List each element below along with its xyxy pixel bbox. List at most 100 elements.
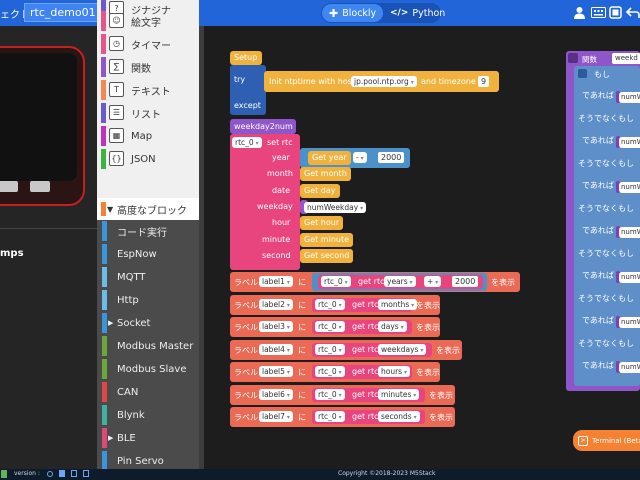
op-dropdown[interactable]: +: [424, 276, 442, 287]
toolbox-category[interactable]: ☰ リスト: [97, 102, 199, 124]
show-keyword: を表示: [491, 278, 515, 287]
label-dropdown[interactable]: label5: [259, 366, 293, 377]
label-dropdown[interactable]: label4: [259, 343, 293, 355]
category-label: Modbus Master: [117, 340, 194, 352]
get-minute-block[interactable]: Get minute: [300, 232, 354, 247]
device-button-b[interactable]: [30, 181, 50, 192]
get-month-block[interactable]: Get month: [300, 167, 351, 182]
op-dropdown[interactable]: -: [353, 152, 367, 163]
num-weekday-dropdown[interactable]: numW: [619, 271, 640, 283]
category-label: JSON: [131, 153, 156, 165]
label-keyword: ラベル: [234, 300, 258, 310]
num-weekday-dropdown[interactable]: numW: [619, 316, 640, 328]
python-mode-button[interactable]: </> Python: [383, 4, 452, 22]
rtc-field-dropdown[interactable]: months: [378, 298, 418, 310]
toolbox-category[interactable]: T テキスト: [97, 79, 199, 101]
get-year-block[interactable]: Get year: [308, 151, 351, 165]
rtc-field-dropdown[interactable]: minutes: [378, 388, 420, 400]
refresh-icon[interactable]: [47, 471, 53, 477]
if-branch-keyword: であれば: [582, 316, 614, 325]
category-label: CAN: [117, 386, 139, 398]
toolbox-advanced-category[interactable]: EspNow: [97, 243, 199, 265]
num-weekday-dropdown[interactable]: numWeekday: [304, 201, 367, 213]
num-weekday-dropdown[interactable]: numW: [619, 226, 640, 238]
if-branch-keyword: そうでなくもし: [578, 158, 634, 168]
rtc-var-dropdown[interactable]: rtc_0: [315, 321, 345, 332]
file-icon[interactable]: [71, 470, 77, 477]
toolbox-category[interactable]: ◷ タイマー: [97, 33, 199, 55]
caret-down-icon: ▼: [107, 204, 114, 214]
num-weekday-dropdown[interactable]: numW: [619, 91, 640, 103]
workspace-scrollbar[interactable]: [199, 26, 204, 469]
top-bar: ェクト rtc_demo01 ✚ Blockly </> Python: [0, 0, 640, 26]
label-dropdown[interactable]: label2: [259, 298, 293, 310]
toolbox-advanced-category[interactable]: ▶ Socket: [97, 312, 199, 334]
toolbox-category[interactable]: ☺ 絵文字: [97, 10, 199, 32]
num-weekday-dropdown[interactable]: numW: [619, 136, 640, 148]
save-icon[interactable]: [59, 470, 65, 477]
rtc-field-dropdown[interactable]: days: [378, 321, 407, 332]
toolbox-advanced-category[interactable]: ▶ BLE: [97, 427, 199, 449]
ni-keyword: に: [298, 300, 306, 310]
rtc-var-dropdown[interactable]: rtc_0: [232, 137, 262, 148]
toolbox-advanced-category[interactable]: MQTT: [97, 266, 199, 288]
get-date-block[interactable]: Get day: [300, 183, 340, 198]
rtc-field-dropdown[interactable]: hours: [378, 366, 411, 377]
mode-toggle[interactable]: ✚ Blockly </> Python: [321, 3, 445, 23]
rtc-var-dropdown[interactable]: rtc_0: [315, 388, 345, 400]
blockly-mode-button[interactable]: ✚ Blockly: [322, 4, 384, 22]
terminal-button[interactable]: > Terminal (Beta: [573, 430, 640, 451]
add-value-input[interactable]: 2000: [452, 276, 479, 287]
advanced-blocks-toggle[interactable]: ▼ 高度なブロック: [97, 198, 199, 220]
toolbox-advanced-category[interactable]: Http: [97, 289, 199, 311]
label-dropdown[interactable]: label7: [259, 411, 293, 422]
rtc-var-dropdown[interactable]: rtc_0: [315, 343, 345, 355]
rtc-var-dropdown[interactable]: rtc_0: [315, 411, 345, 422]
get-hour-block[interactable]: Get hour: [300, 216, 344, 231]
weekday2num-call-block[interactable]: weekday2num: [230, 119, 296, 134]
get-rtc-label: get rtc: [352, 389, 379, 399]
user-icon[interactable]: [571, 4, 588, 21]
num-weekday-dropdown[interactable]: numW: [619, 361, 640, 373]
rtc-var-dropdown[interactable]: rtc_0: [315, 298, 345, 310]
rtc-field-dropdown[interactable]: years: [384, 276, 416, 287]
keyboard-icon[interactable]: [590, 4, 607, 21]
category-icon: T: [109, 82, 124, 97]
label-dropdown[interactable]: label1: [259, 276, 293, 287]
label-dropdown[interactable]: label3: [259, 321, 293, 332]
category-color-bar: [101, 126, 106, 146]
device-icon[interactable]: [607, 4, 624, 21]
category-color-bar: [101, 103, 106, 123]
toolbox-advanced-category[interactable]: Modbus Slave: [97, 358, 199, 380]
toolbox-category[interactable]: ∑ 関数: [97, 56, 199, 78]
category-label: Map: [131, 130, 153, 142]
if-gear-icon[interactable]: [578, 69, 587, 78]
download-icon[interactable]: [83, 470, 89, 477]
function-name-input[interactable]: weekd: [612, 53, 640, 64]
set-rtc-label: set rtc: [267, 138, 293, 147]
toolbox-advanced-category[interactable]: Modbus Master: [97, 335, 199, 357]
device-button-a[interactable]: [0, 181, 18, 192]
num-weekday-dropdown[interactable]: numW: [619, 181, 640, 193]
timezone-input[interactable]: 9: [478, 76, 490, 87]
toolbox-advanced-category[interactable]: コード実行: [97, 220, 199, 242]
category-color-bar: [102, 313, 107, 333]
device-label: mps: [0, 248, 24, 259]
label-dropdown[interactable]: label6: [259, 388, 293, 400]
back-arrow-icon[interactable]: [624, 4, 640, 21]
category-color-bar: [102, 359, 107, 379]
toolbox-advanced-category[interactable]: CAN: [97, 381, 199, 403]
ntp-host-input[interactable]: jp.pool.ntp.org: [351, 76, 417, 87]
setup-block[interactable]: Setup: [230, 51, 262, 65]
rtc-field-dropdown[interactable]: seconds: [378, 411, 420, 422]
toolbox-category[interactable]: {} JSON: [97, 148, 199, 170]
get-second-block[interactable]: Get second: [300, 248, 354, 263]
year-offset-input[interactable]: 2000: [378, 152, 405, 163]
rtc-var-dropdown[interactable]: rtc_0: [315, 366, 345, 377]
rtc-field-dropdown[interactable]: weekdays: [378, 343, 427, 355]
toolbox-category[interactable]: ▦ Map: [97, 125, 199, 147]
gear-icon[interactable]: [568, 53, 578, 63]
get-rtc-label: get rtc: [352, 367, 379, 376]
rtc-var-dropdown[interactable]: rtc_0: [321, 276, 351, 287]
toolbox-advanced-category[interactable]: Blynk: [97, 404, 199, 426]
